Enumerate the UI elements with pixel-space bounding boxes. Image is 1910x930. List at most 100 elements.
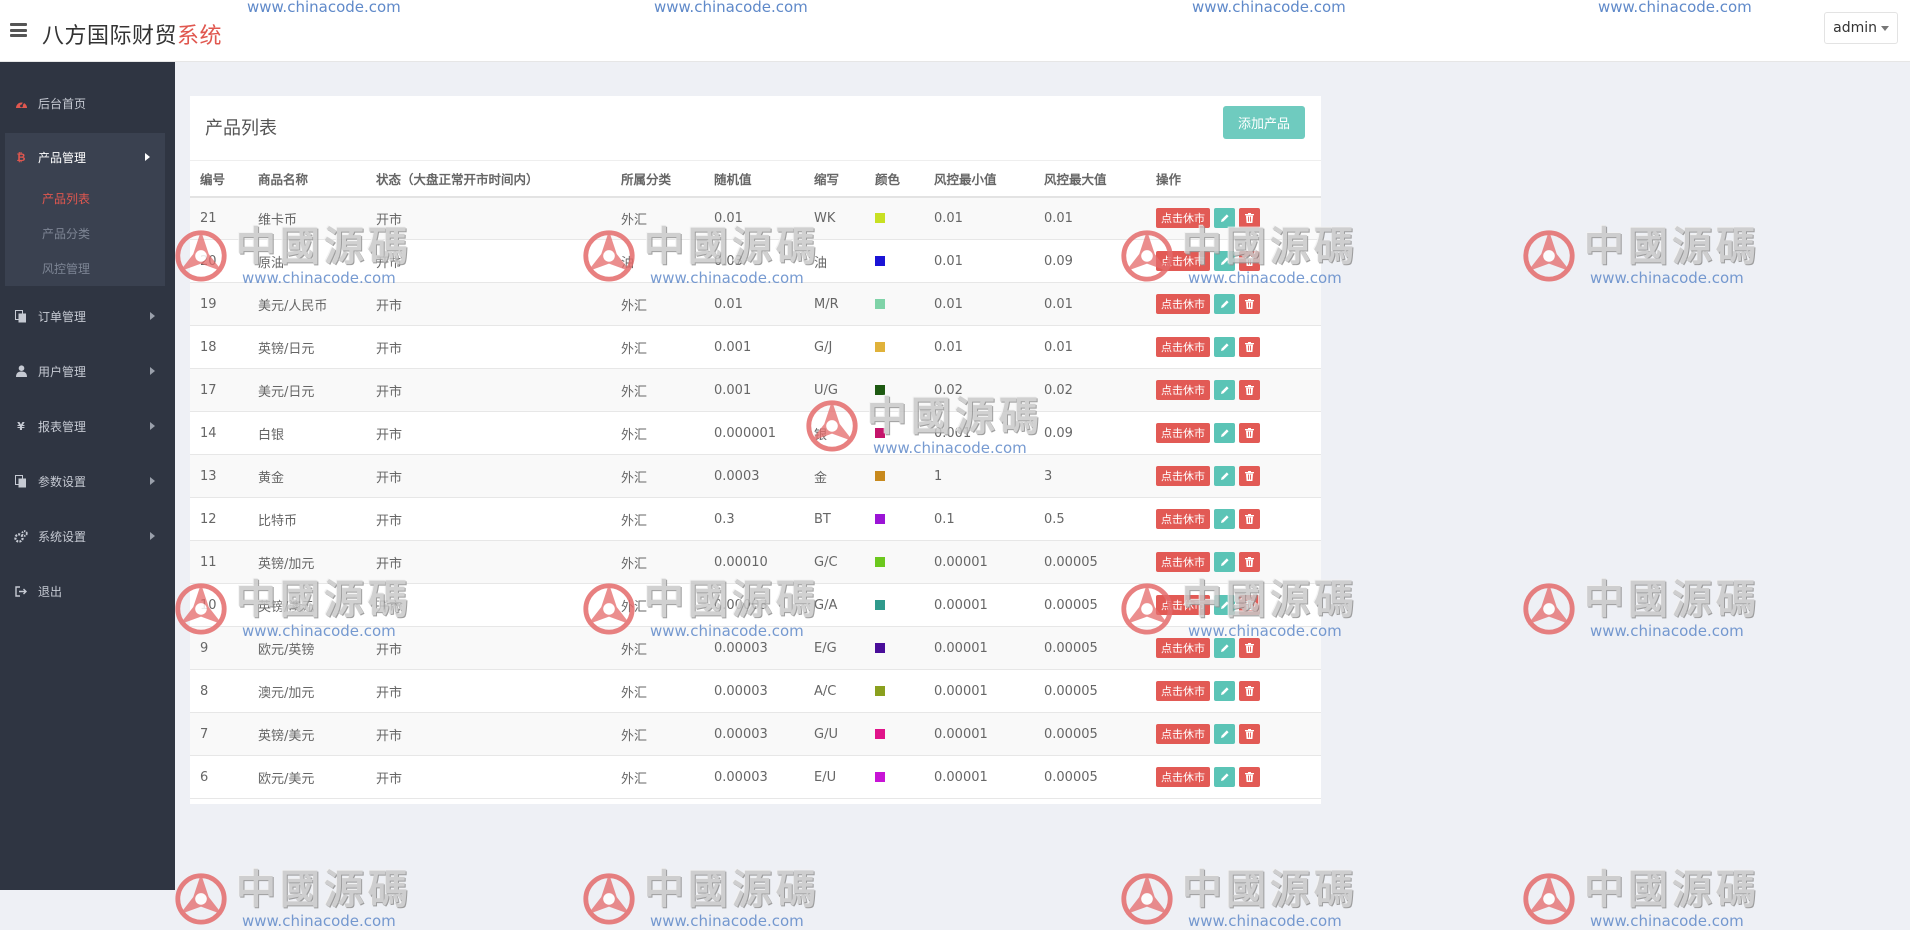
color-swatch	[875, 299, 885, 309]
delete-button[interactable]	[1239, 251, 1260, 271]
color-swatch	[875, 213, 885, 224]
sidebar-item-dashboard[interactable]: 后台首页	[0, 83, 175, 123]
user-menu-dropdown[interactable]: admin	[1824, 12, 1898, 44]
delete-button[interactable]	[1239, 208, 1260, 229]
close-market-button[interactable]: 点击休市	[1156, 251, 1210, 271]
edit-button[interactable]	[1214, 466, 1235, 486]
edit-button[interactable]	[1214, 767, 1235, 787]
table-row: 10 英镑/澳元 开市 外汇 0.00003 G/A 0.00001 0.00005 点击休市	[190, 583, 1321, 627]
cell-color	[865, 669, 924, 713]
close-market-button[interactable]: 点击休市	[1156, 638, 1210, 658]
watermark-url: www.chinacode.com	[1590, 622, 1744, 640]
cell-name: 原油	[248, 239, 366, 283]
delete-button[interactable]	[1239, 595, 1260, 615]
close-market-button[interactable]: 点击休市	[1156, 294, 1210, 314]
color-swatch	[875, 729, 885, 739]
edit-button[interactable]	[1214, 509, 1235, 529]
edit-button[interactable]	[1214, 724, 1235, 744]
trash-icon	[1245, 729, 1254, 739]
add-product-button[interactable]: 添加产品	[1223, 106, 1305, 139]
cell-actions: 点击休市	[1146, 540, 1321, 584]
column-header-abbr: 缩写	[804, 160, 865, 198]
sidebar-item-system[interactable]: 系统设置	[0, 516, 175, 556]
cell-name: 英镑/美元	[248, 712, 366, 756]
cell-actions: 点击休市	[1146, 368, 1321, 412]
sidebar-item-users[interactable]: 用户管理	[0, 351, 175, 391]
edit-button[interactable]	[1214, 294, 1235, 314]
cell-random: 0.01	[704, 196, 804, 240]
column-header-actions: 操作	[1146, 160, 1321, 198]
table-header-row: 编号 商品名称 状态（大盘正常开市时间内） 所属分类 随机值 缩写 颜色 风控最…	[190, 160, 1321, 198]
sidebar-subitem-risk-control[interactable]: 风控管理	[42, 260, 90, 277]
cell-color	[865, 454, 924, 498]
cell-name: 白银	[248, 411, 366, 455]
cell-status: 开市	[366, 368, 611, 412]
delete-button[interactable]	[1239, 552, 1260, 572]
sidebar-item-logout[interactable]: 退出	[0, 571, 175, 611]
edit-button[interactable]	[1214, 423, 1235, 443]
close-market-button[interactable]: 点击休市	[1156, 724, 1210, 744]
color-swatch	[875, 471, 885, 481]
delete-button[interactable]	[1239, 509, 1260, 529]
cell-color	[865, 712, 924, 756]
delete-button[interactable]	[1239, 380, 1260, 400]
edit-button[interactable]	[1214, 638, 1235, 658]
table-row: 18 英镑/日元 开市 外汇 0.001 G/J 0.01 0.01 点击休市	[190, 325, 1321, 369]
close-market-button[interactable]: 点击休市	[1156, 552, 1210, 572]
cell-id: 7	[190, 712, 248, 756]
close-market-button[interactable]: 点击休市	[1156, 509, 1210, 529]
cell-actions: 点击休市	[1146, 755, 1321, 799]
edit-button[interactable]	[1214, 337, 1235, 357]
sidebar-item-orders[interactable]: 订单管理	[0, 296, 175, 336]
cell-risk-min: 0.00001	[924, 669, 1034, 713]
delete-button[interactable]	[1239, 638, 1260, 658]
top-header: 八方国际财贸系统 admin	[0, 0, 1910, 62]
cell-category: 外汇	[611, 325, 704, 369]
sidebar-item-label: 退出	[38, 584, 63, 599]
delete-button[interactable]	[1239, 767, 1260, 787]
cell-actions: 点击休市	[1146, 196, 1321, 240]
close-market-button[interactable]: 点击休市	[1156, 767, 1210, 787]
delete-button[interactable]	[1239, 724, 1260, 744]
watermark-cn: 中國源碼	[644, 867, 820, 913]
edit-button[interactable]	[1214, 208, 1235, 229]
delete-button[interactable]	[1239, 681, 1260, 701]
close-market-button[interactable]: 点击休市	[1156, 423, 1210, 443]
pencil-icon	[1220, 643, 1230, 653]
edit-button[interactable]	[1214, 552, 1235, 572]
edit-button[interactable]	[1214, 681, 1235, 701]
edit-button[interactable]	[1214, 595, 1235, 615]
close-market-button[interactable]: 点击休市	[1156, 595, 1210, 615]
watermark-text: 中國源碼 www.chinacode.com	[644, 868, 820, 930]
delete-button[interactable]	[1239, 466, 1260, 486]
delete-button[interactable]	[1239, 337, 1260, 357]
sidebar-subitem-product-list[interactable]: 产品列表	[42, 190, 90, 207]
edit-button[interactable]	[1214, 380, 1235, 400]
delete-button[interactable]	[1239, 423, 1260, 443]
column-header-id: 编号	[190, 160, 248, 198]
close-market-button[interactable]: 点击休市	[1156, 466, 1210, 486]
menu-toggle-icon[interactable]	[10, 23, 27, 37]
sidebar-item-parameters[interactable]: 参数设置	[0, 461, 175, 501]
cell-actions: 点击休市	[1146, 411, 1321, 455]
delete-button[interactable]	[1239, 294, 1260, 314]
trash-icon	[1245, 385, 1254, 395]
column-header-category: 所属分类	[611, 160, 704, 198]
close-market-button[interactable]: 点击休市	[1156, 681, 1210, 701]
cell-random: 0.00003	[704, 712, 804, 756]
close-market-button[interactable]: 点击休市	[1156, 337, 1210, 357]
close-market-button[interactable]: 点击休市	[1156, 380, 1210, 400]
cell-category: 外汇	[611, 755, 704, 799]
edit-button[interactable]	[1214, 251, 1235, 271]
watermark: 中國源碼 www.chinacode.com	[1520, 225, 1760, 287]
cell-category: 外汇	[611, 540, 704, 584]
cell-actions: 点击休市	[1146, 583, 1321, 627]
sidebar-item-reports[interactable]: ¥ 报表管理	[0, 406, 175, 446]
sidebar-item-products[interactable]: ₿ 产品管理	[0, 137, 160, 177]
chevron-right-icon	[150, 422, 155, 430]
cell-risk-max: 0.00005	[1034, 712, 1146, 756]
sidebar-subitem-product-category[interactable]: 产品分类	[42, 225, 90, 242]
cell-category: 外汇	[611, 497, 704, 541]
close-market-button[interactable]: 点击休市	[1156, 208, 1210, 229]
cell-risk-min: 0.01	[924, 196, 1034, 240]
